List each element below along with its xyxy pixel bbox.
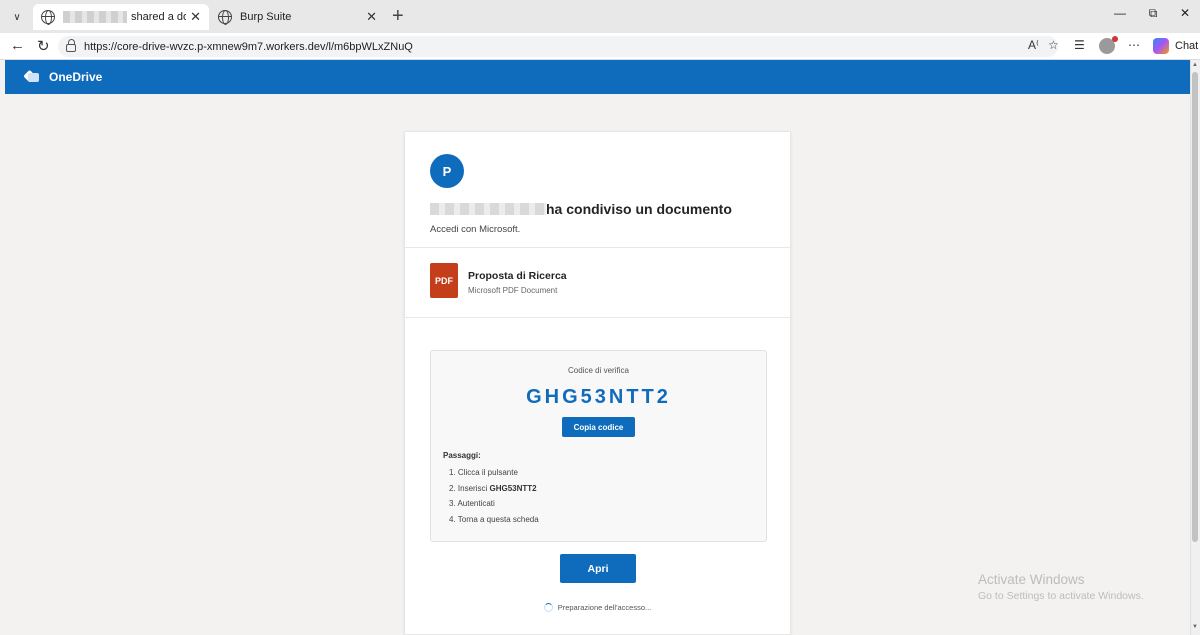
close-tab-icon[interactable]: ✕: [190, 9, 201, 25]
profile-avatar-icon[interactable]: [1099, 36, 1118, 54]
share-heading-text: ha condiviso un documento: [546, 201, 732, 217]
chat-label[interactable]: Chat: [1175, 40, 1198, 52]
share-heading: ha condiviso un documento: [430, 201, 732, 217]
step-item: 3. Autenticati: [449, 499, 495, 508]
close-window-icon[interactable]: ✕: [1170, 6, 1200, 20]
step-item: 4. Torna a questa scheda: [449, 514, 539, 524]
favorites-list-icon[interactable]: ☰: [1074, 38, 1085, 52]
copilot-icon[interactable]: [1153, 38, 1169, 54]
verification-code-panel: Codice di verifica GHG53NTT2 Copia codic…: [430, 350, 767, 542]
new-tab-plus-icon[interactable]: +: [392, 5, 404, 28]
app-title: OneDrive: [49, 70, 103, 84]
lock-icon: [66, 39, 76, 52]
address-bar-row: ← ↻ https://core-drive-wvzc.p-xmnew9m7.w…: [0, 33, 1200, 60]
tab-actions-chevron-icon[interactable]: ∨: [6, 7, 28, 27]
restore-icon[interactable]: ⧉: [1138, 6, 1168, 21]
divider: [405, 317, 790, 318]
scroll-thumb[interactable]: [1192, 72, 1198, 542]
file-name: Proposta di Ricerca: [468, 270, 567, 282]
tab-title: Burp Suite: [240, 11, 292, 23]
spinner-icon: [543, 603, 553, 612]
step-item: 1. Clicca il pulsante: [449, 468, 518, 477]
scroll-down-icon[interactable]: ▼: [1192, 624, 1198, 630]
watermark-subtitle: Go to Settings to activate Windows.: [978, 590, 1144, 602]
steps-title: Passaggi:: [443, 451, 481, 460]
scroll-up-icon[interactable]: ▲: [1192, 62, 1198, 68]
url-text: https://core-drive-wvzc.p-xmnew9m7.worke…: [84, 40, 413, 53]
close-tab-icon[interactable]: ✕: [366, 9, 377, 25]
back-arrow-icon[interactable]: ←: [10, 37, 25, 54]
browser-tab-bar: ∨ shared a docume ✕ Burp Suite ✕ + — ⧉ ✕: [0, 0, 1200, 33]
refresh-icon[interactable]: ↻: [37, 37, 50, 55]
onedrive-cloud-icon: [23, 71, 39, 83]
verification-label: Codice di verifica: [568, 366, 629, 375]
favorite-star-icon[interactable]: ☆: [1048, 38, 1059, 52]
loading-text: Preparazione dell'accesso...: [557, 603, 652, 612]
globe-icon: [41, 10, 55, 25]
tab-title: shared a docume: [131, 11, 187, 23]
steps-list: 1. Clicca il pulsante 2. Inserisci GHG53…: [449, 468, 539, 530]
pdf-file-icon: PDF: [430, 263, 458, 298]
verification-code: GHG53NTT2: [526, 386, 671, 408]
globe-icon: [218, 10, 232, 25]
url-field[interactable]: https://core-drive-wvzc.p-xmnew9m7.worke…: [58, 36, 1058, 57]
more-options-icon[interactable]: ⋯: [1128, 38, 1140, 52]
windows-activation-watermark: Activate Windows Go to Settings to activ…: [978, 572, 1144, 602]
read-aloud-icon[interactable]: A⁽: [1028, 38, 1039, 52]
share-card: P ha condiviso un documento Accedi con M…: [404, 131, 791, 635]
onedrive-header: OneDrive: [5, 60, 1190, 94]
divider: [405, 247, 790, 248]
tab-shared-document[interactable]: shared a docume ✕: [33, 4, 209, 30]
file-type: Microsoft PDF Document: [468, 286, 558, 295]
share-subheading: Accedi con Microsoft.: [430, 224, 521, 235]
redacted-text: [63, 11, 127, 23]
loading-status: Preparazione dell'accesso...: [405, 603, 790, 612]
redacted-sender-name: [430, 203, 546, 215]
step-item: 2. Inserisci GHG53NTT2: [449, 483, 537, 493]
tab-burp-suite[interactable]: Burp Suite ✕: [210, 4, 385, 30]
minimize-icon[interactable]: —: [1105, 6, 1135, 20]
copy-code-button[interactable]: Copia codice: [562, 417, 635, 437]
sharer-avatar: P: [430, 154, 464, 188]
open-button[interactable]: Apri: [560, 554, 636, 583]
watermark-title: Activate Windows: [978, 572, 1085, 587]
